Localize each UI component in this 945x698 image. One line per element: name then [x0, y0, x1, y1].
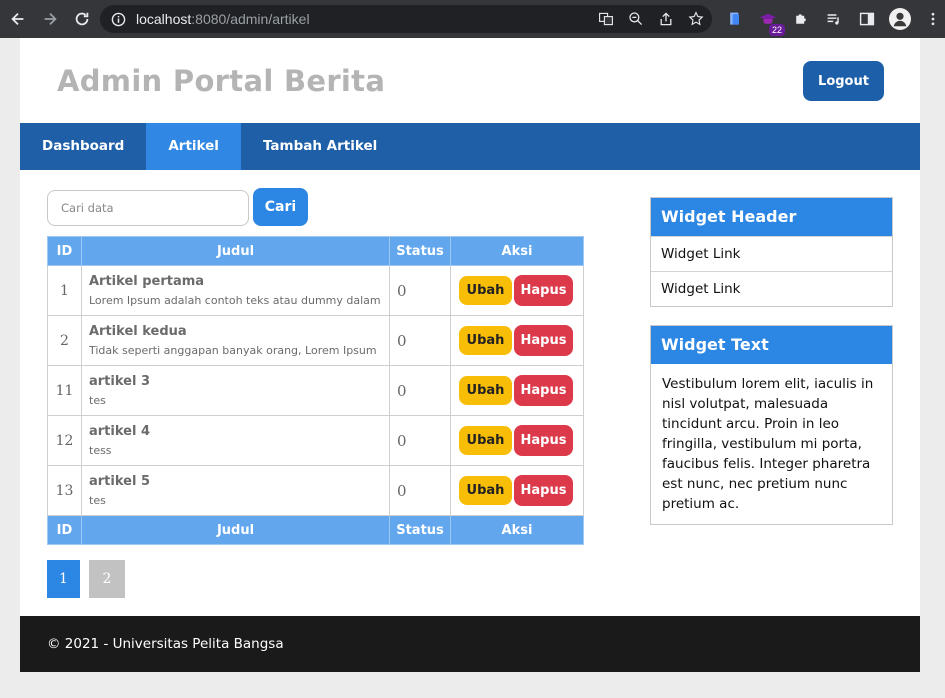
- row-id: 1: [47, 265, 82, 316]
- row-id: 13: [47, 465, 82, 516]
- row-judul: Artikel pertama Lorem Ipsum adalah conto…: [81, 265, 390, 316]
- column-header-judul: Judul: [81, 236, 390, 266]
- row-status: 0: [389, 315, 451, 366]
- page-container: Admin Portal Berita Logout Dashboard Art…: [20, 38, 920, 672]
- row-actions: Ubah Hapus: [450, 315, 584, 366]
- widget-link[interactable]: Widget Link: [651, 271, 892, 306]
- widget-header-box: Widget Header Widget Link Widget Link: [650, 197, 893, 307]
- row-judul: artikel 5 tes: [81, 465, 390, 516]
- row-actions: Ubah Hapus: [450, 265, 584, 316]
- column-footer-status: Status: [389, 515, 451, 545]
- row-status: 0: [389, 265, 451, 316]
- table-row: 1 Artikel pertama Lorem Ipsum adalah con…: [47, 265, 584, 316]
- row-id: 11: [47, 365, 82, 416]
- table-header-row: ID Judul Status Aksi: [47, 236, 584, 266]
- share-icon[interactable]: [656, 9, 676, 29]
- address-bar[interactable]: localhost:8080/admin/artikel: [100, 5, 712, 33]
- widget-text-body: Vestibulum lorem elit, iaculis in nisl v…: [662, 376, 874, 512]
- row-id: 12: [47, 415, 82, 466]
- nav-item-tambah-artikel[interactable]: Tambah Artikel: [241, 123, 399, 170]
- media-queue-icon[interactable]: [823, 8, 845, 30]
- widget-text-box: Widget Text Vestibulum lorem elit, iacul…: [650, 325, 893, 525]
- edit-button[interactable]: Ubah: [459, 376, 512, 405]
- pagination: 1 2: [47, 560, 125, 598]
- article-excerpt: tes: [89, 393, 106, 407]
- nav-item-dashboard[interactable]: Dashboard: [20, 123, 146, 170]
- url-text: localhost:8080/admin/artikel: [136, 11, 310, 27]
- row-actions: Ubah Hapus: [450, 365, 584, 416]
- bookmark-star-icon[interactable]: [686, 9, 706, 29]
- edit-button[interactable]: Ubah: [459, 326, 512, 355]
- site-title: Admin Portal Berita: [57, 64, 386, 98]
- column-header-status: Status: [389, 236, 451, 266]
- column-header-id: ID: [47, 236, 82, 266]
- page-link-2[interactable]: 2: [89, 560, 125, 598]
- zoom-icon[interactable]: [626, 9, 646, 29]
- delete-button[interactable]: Hapus: [514, 375, 573, 406]
- site-footer: © 2021 - Universitas Pelita Bangsa: [20, 616, 920, 672]
- delete-button[interactable]: Hapus: [514, 275, 573, 306]
- table-footer-row: ID Judul Status Aksi: [47, 515, 584, 545]
- search-input[interactable]: [47, 190, 249, 226]
- translate-icon[interactable]: [596, 9, 616, 29]
- browser-menu-icon[interactable]: [922, 8, 944, 30]
- widget-header-title: Widget Header: [651, 198, 892, 236]
- edit-button[interactable]: Ubah: [459, 426, 512, 455]
- page-link-1[interactable]: 1: [47, 560, 80, 598]
- row-actions: Ubah Hapus: [450, 465, 584, 516]
- article-table: ID Judul Status Aksi 1 Artikel pertama L…: [47, 236, 584, 545]
- column-footer-judul: Judul: [81, 515, 390, 545]
- row-judul: artikel 3 tes: [81, 365, 390, 416]
- row-status: 0: [389, 465, 451, 516]
- url-path: :8080/admin/artikel: [191, 11, 310, 27]
- reload-icon[interactable]: [68, 5, 96, 33]
- article-title: Artikel kedua: [89, 323, 187, 339]
- delete-button[interactable]: Hapus: [514, 475, 573, 506]
- edit-button[interactable]: Ubah: [459, 476, 512, 505]
- graduation-cap-extension-icon[interactable]: 22: [757, 8, 785, 36]
- extension-badge: 22: [768, 24, 785, 36]
- row-actions: Ubah Hapus: [450, 415, 584, 466]
- column-header-aksi: Aksi: [450, 236, 584, 266]
- main-navigation: Dashboard Artikel Tambah Artikel: [20, 123, 920, 170]
- edit-button[interactable]: Ubah: [459, 276, 512, 305]
- article-excerpt: tes: [89, 493, 106, 507]
- search-button[interactable]: Cari: [253, 188, 308, 226]
- forward-arrow-icon[interactable]: [36, 5, 64, 33]
- delete-button[interactable]: Hapus: [514, 325, 573, 356]
- article-excerpt: Lorem Ipsum adalah contoh teks atau dumm…: [89, 293, 382, 307]
- article-excerpt: Tidak seperti anggapan banyak orang, Lor…: [89, 343, 377, 357]
- side-panel-icon[interactable]: [856, 8, 878, 30]
- table-row: 12 artikel 4 tess 0 Ubah Hapus: [47, 415, 584, 466]
- profile-avatar-icon[interactable]: [889, 8, 911, 30]
- nav-item-artikel[interactable]: Artikel: [146, 123, 241, 170]
- info-icon[interactable]: [110, 11, 126, 27]
- browser-toolbar: localhost:8080/admin/artikel 22: [0, 0, 945, 38]
- column-footer-id: ID: [47, 515, 82, 545]
- article-title: artikel 3: [89, 373, 150, 389]
- widget-link[interactable]: Widget Link: [651, 236, 892, 271]
- article-title: artikel 5: [89, 473, 150, 489]
- document-extension-icon[interactable]: [724, 8, 746, 30]
- delete-button[interactable]: Hapus: [514, 425, 573, 456]
- puzzle-extensions-icon[interactable]: [790, 8, 812, 30]
- table-row: 2 Artikel kedua Tidak seperti anggapan b…: [47, 315, 584, 366]
- table-row: 11 artikel 3 tes 0 Ubah Hapus: [47, 365, 584, 416]
- back-arrow-icon[interactable]: [4, 5, 32, 33]
- table-row: 13 artikel 5 tes 0 Ubah Hapus: [47, 465, 584, 516]
- row-id: 2: [47, 315, 82, 366]
- widget-text-title: Widget Text: [651, 326, 892, 364]
- row-judul: artikel 4 tess: [81, 415, 390, 466]
- row-judul: Artikel kedua Tidak seperti anggapan ban…: [81, 315, 390, 366]
- site-header: Admin Portal Berita Logout: [20, 38, 920, 123]
- logout-button[interactable]: Logout: [803, 61, 884, 101]
- row-status: 0: [389, 415, 451, 466]
- column-footer-aksi: Aksi: [450, 515, 584, 545]
- row-status: 0: [389, 365, 451, 416]
- article-excerpt: tess: [89, 443, 112, 457]
- article-title: artikel 4: [89, 423, 150, 439]
- article-title: Artikel pertama: [89, 273, 205, 289]
- url-host: localhost: [136, 11, 192, 27]
